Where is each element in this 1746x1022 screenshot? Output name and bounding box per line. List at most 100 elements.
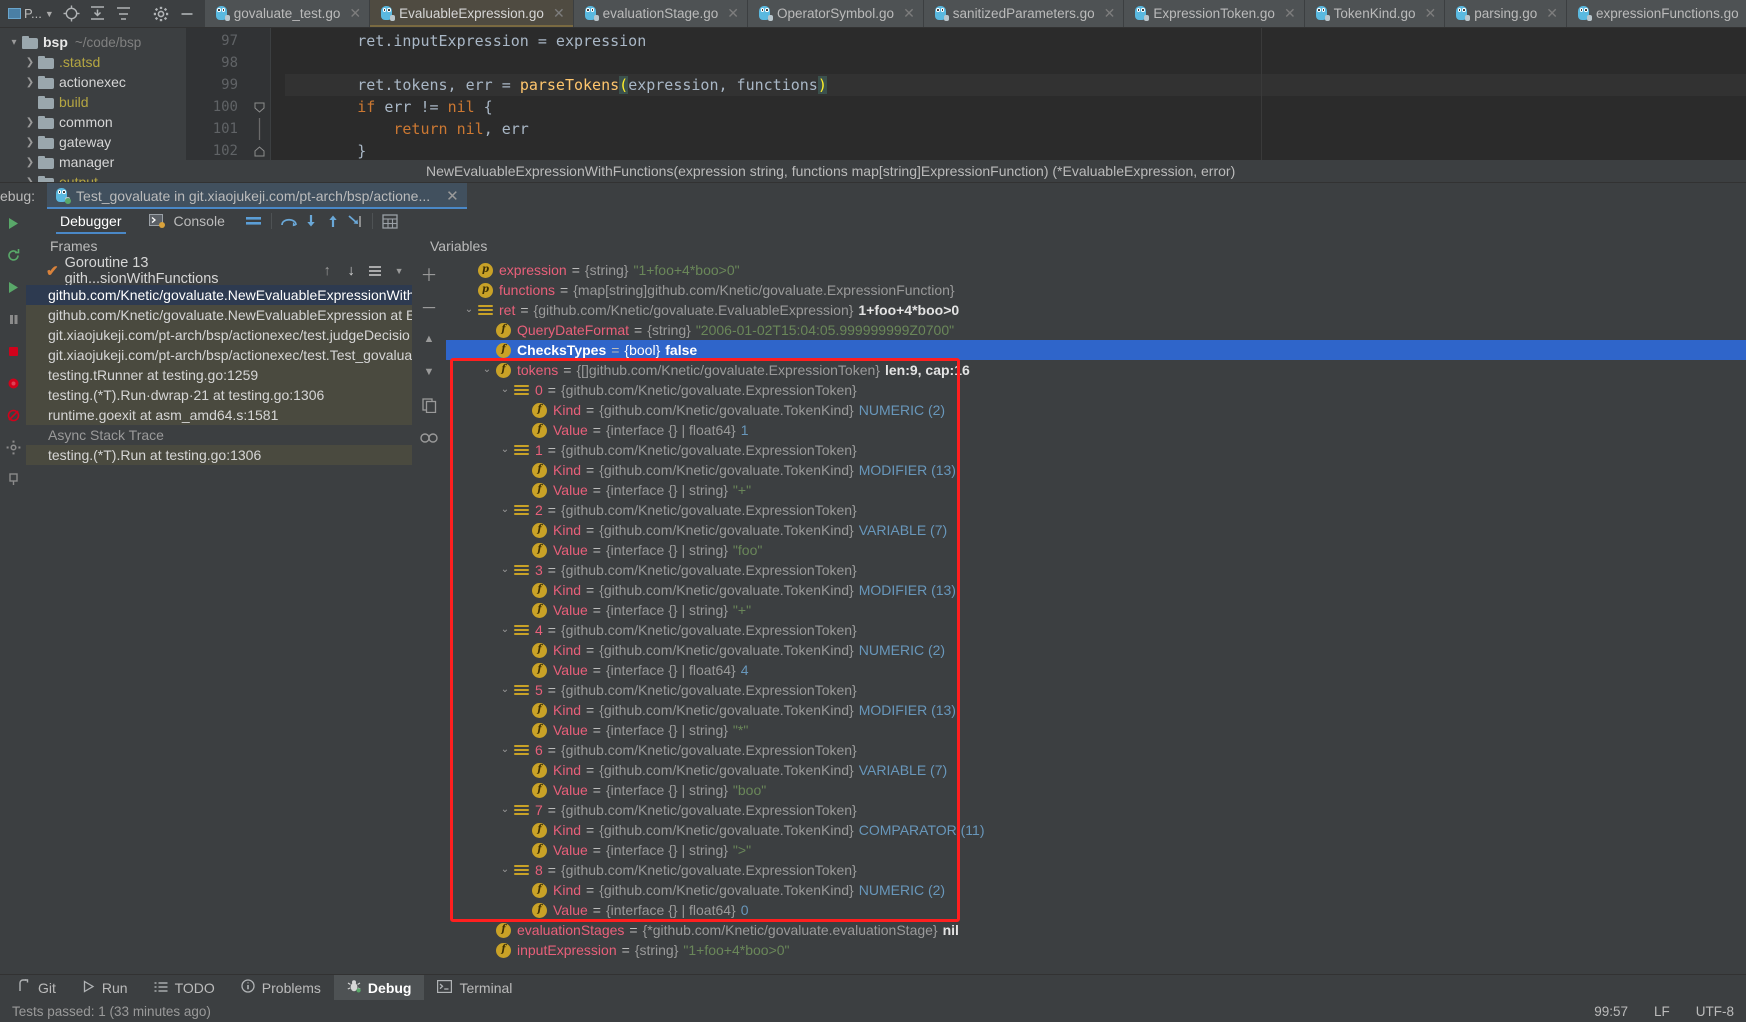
settings-icon[interactable] — [2, 436, 24, 458]
variable-row[interactable]: fQueryDateFormat={string}"2006-01-02T15:… — [446, 320, 1746, 340]
frames-list-icon[interactable] — [366, 262, 384, 280]
chevron-down-icon[interactable]: ▾ — [6, 37, 22, 48]
variables-tree[interactable]: pexpression={string}"1+foo+4*boo>0"pfunc… — [446, 258, 1746, 974]
tree-item-manager[interactable]: ❯manager — [0, 152, 186, 172]
tree-item-bsp[interactable]: ▾bsp~/code/bsp — [0, 32, 186, 52]
project-tree[interactable]: ▾bsp~/code/bsp❯.statsd❯actionexecbuild❯c… — [0, 28, 186, 182]
bottom-tab-terminal[interactable]: Terminal — [424, 975, 525, 1001]
chevron-down-icon[interactable]: ⌄ — [460, 300, 478, 320]
code-line[interactable]: return nil, err — [285, 118, 1746, 140]
frame-row[interactable]: github.com/Knetic/govaluate.NewEvaluable… — [26, 285, 412, 305]
chevron-down-icon[interactable]: ⌄ — [496, 860, 514, 880]
close-icon[interactable]: ✕ — [727, 5, 739, 22]
stop-icon[interactable] — [2, 340, 24, 362]
chevron-down-icon[interactable]: ⌄ — [496, 380, 514, 400]
file-encoding[interactable]: UTF-8 — [1696, 1004, 1734, 1019]
step-into-icon[interactable] — [300, 210, 322, 232]
variable-row[interactable]: fKind={github.com/Knetic/govaluate.Token… — [446, 520, 1746, 540]
frame-row[interactable]: git.xiaojukeji.com/pt-arch/bsp/actionexe… — [26, 345, 412, 365]
code-line[interactable]: ret.inputExpression = expression — [285, 30, 1746, 52]
close-icon[interactable]: ✕ — [903, 5, 915, 22]
chevron-down-icon[interactable]: ▼ — [390, 262, 408, 280]
copy-value-icon[interactable] — [418, 394, 440, 416]
code-content[interactable]: ret.inputExpression = expression ret.tok… — [270, 28, 1746, 182]
close-icon[interactable]: ✕ — [349, 5, 361, 22]
variable-row[interactable]: fValue={interface {} | string}"foo" — [446, 540, 1746, 560]
code-line[interactable]: } — [285, 140, 1746, 162]
editor-tab-ExpressionToken-go[interactable]: ExpressionToken.go✕ — [1124, 0, 1304, 27]
editor-tab-sanitizedParameters-go[interactable]: sanitizedParameters.go✕ — [924, 0, 1125, 27]
tree-item-output[interactable]: ❯output — [0, 172, 186, 182]
variable-row[interactable]: fevaluationStages={*github.com/Knetic/go… — [446, 920, 1746, 940]
tree-item-actionexec[interactable]: ❯actionexec — [0, 72, 186, 92]
editor-tab-expressionFunctions-go[interactable]: expressionFunctions.go✕ — [1567, 0, 1746, 27]
debug-session-tab[interactable]: Test_govaluate in git.xiaojukeji.com/pt-… — [47, 183, 467, 209]
arrow-up-icon[interactable]: ↑ — [318, 262, 336, 280]
variable-row[interactable]: fKind={github.com/Knetic/govaluate.Token… — [446, 760, 1746, 780]
tree-item-gateway[interactable]: ❯gateway — [0, 132, 186, 152]
variable-row[interactable]: fValue={interface {} | string}"boo" — [446, 780, 1746, 800]
variable-row[interactable]: ⌄4={github.com/Knetic/govaluate.Expressi… — [446, 620, 1746, 640]
variable-row[interactable]: fValue={interface {} | string}"*" — [446, 720, 1746, 740]
caret-position[interactable]: 99:57 — [1594, 1004, 1628, 1019]
variable-row[interactable]: ⌄0={github.com/Knetic/govaluate.Expressi… — [446, 380, 1746, 400]
code-line[interactable] — [285, 52, 1746, 74]
run-icon[interactable] — [2, 276, 24, 298]
frame-row[interactable]: runtime.goexit at asm_amd64.s:1581 — [26, 405, 412, 425]
variable-row[interactable]: ⌄3={github.com/Knetic/govaluate.Expressi… — [446, 560, 1746, 580]
tree-item-common[interactable]: ❯common — [0, 112, 186, 132]
tree-item-dot-statsd[interactable]: ❯.statsd — [0, 52, 186, 72]
arrow-down-icon[interactable]: ↓ — [342, 262, 360, 280]
frames-list[interactable]: github.com/Knetic/govaluate.NewEvaluable… — [26, 284, 412, 974]
variable-row[interactable]: ⌄8={github.com/Knetic/govaluate.Expressi… — [446, 860, 1746, 880]
close-icon[interactable]: ✕ — [1284, 5, 1296, 22]
editor-tab-evaluationStage-go[interactable]: evaluationStage.go✕ — [574, 0, 748, 27]
move-down-icon[interactable]: ▼ — [418, 361, 440, 383]
variable-row[interactable]: ⌄1={github.com/Knetic/govaluate.Expressi… — [446, 440, 1746, 460]
code-editor[interactable]: 979899100101102 ret.inputExpression = ex… — [186, 28, 1746, 182]
bottom-tab-debug[interactable]: Debug — [334, 975, 425, 1001]
restart-icon[interactable] — [2, 244, 24, 266]
variable-row[interactable]: pexpression={string}"1+foo+4*boo>0" — [446, 260, 1746, 280]
step-over-icon[interactable] — [278, 210, 300, 232]
bottom-tab-run[interactable]: Run — [69, 975, 141, 1001]
variable-row[interactable]: fKind={github.com/Knetic/govaluate.Token… — [446, 700, 1746, 720]
remove-watch-icon[interactable]: － — [418, 295, 440, 317]
editor-tab-parsing-go[interactable]: parsing.go✕ — [1445, 0, 1567, 27]
chevron-right-icon[interactable]: ❯ — [22, 77, 38, 88]
pause-icon[interactable] — [2, 308, 24, 330]
variable-row[interactable]: fKind={github.com/Knetic/govaluate.Token… — [446, 460, 1746, 480]
chevron-down-icon[interactable]: ⌄ — [478, 360, 496, 380]
variable-row[interactable]: fValue={interface {} | float64}0 — [446, 900, 1746, 920]
mute-breakpoints-icon[interactable] — [2, 404, 24, 426]
variable-row[interactable]: ⌄6={github.com/Knetic/govaluate.Expressi… — [446, 740, 1746, 760]
hide-icon[interactable] — [175, 2, 199, 26]
thread-selector[interactable]: ✔ Goroutine 13 gith...sionWithFunctions … — [26, 258, 412, 284]
locate-icon[interactable] — [60, 2, 84, 26]
chevron-down-icon[interactable]: ⌄ — [496, 740, 514, 760]
add-watch-icon[interactable]: ＋ — [418, 262, 440, 284]
close-icon[interactable]: ✕ — [1546, 5, 1558, 22]
variable-row[interactable]: finputExpression={string}"1+foo+4*boo>0" — [446, 940, 1746, 960]
variable-row[interactable]: fKind={github.com/Knetic/govaluate.Token… — [446, 640, 1746, 660]
variable-row[interactable]: ⌄2={github.com/Knetic/govaluate.Expressi… — [446, 500, 1746, 520]
tab-debugger[interactable]: Debugger — [48, 208, 134, 234]
variable-row[interactable]: fValue={interface {} | string}"+" — [446, 480, 1746, 500]
project-widget-icon[interactable]: P... ▼ — [4, 6, 58, 21]
fold-gutter[interactable] — [248, 28, 270, 182]
code-line[interactable]: ret.tokens, err = parseTokens(expression… — [285, 74, 1746, 96]
expand-all-icon[interactable] — [86, 2, 110, 26]
view-breakpoints-icon[interactable] — [2, 372, 24, 394]
variable-row[interactable]: ⌄7={github.com/Knetic/govaluate.Expressi… — [446, 800, 1746, 820]
bottom-tab-todo[interactable]: TODO — [141, 975, 228, 1001]
variable-row[interactable]: ⌄5={github.com/Knetic/govaluate.Expressi… — [446, 680, 1746, 700]
resume-program-icon[interactable] — [2, 212, 24, 234]
bottom-tab-git[interactable]: Git — [4, 975, 69, 1001]
bottom-tab-problems[interactable]: Problems — [228, 975, 334, 1001]
close-icon[interactable]: ✕ — [553, 5, 565, 22]
pin-icon[interactable] — [2, 468, 24, 490]
variable-row[interactable]: fKind={github.com/Knetic/govaluate.Token… — [446, 580, 1746, 600]
chevron-right-icon[interactable]: ❯ — [22, 117, 38, 128]
close-icon[interactable]: ✕ — [1424, 5, 1436, 22]
chevron-down-icon[interactable]: ⌄ — [496, 620, 514, 640]
